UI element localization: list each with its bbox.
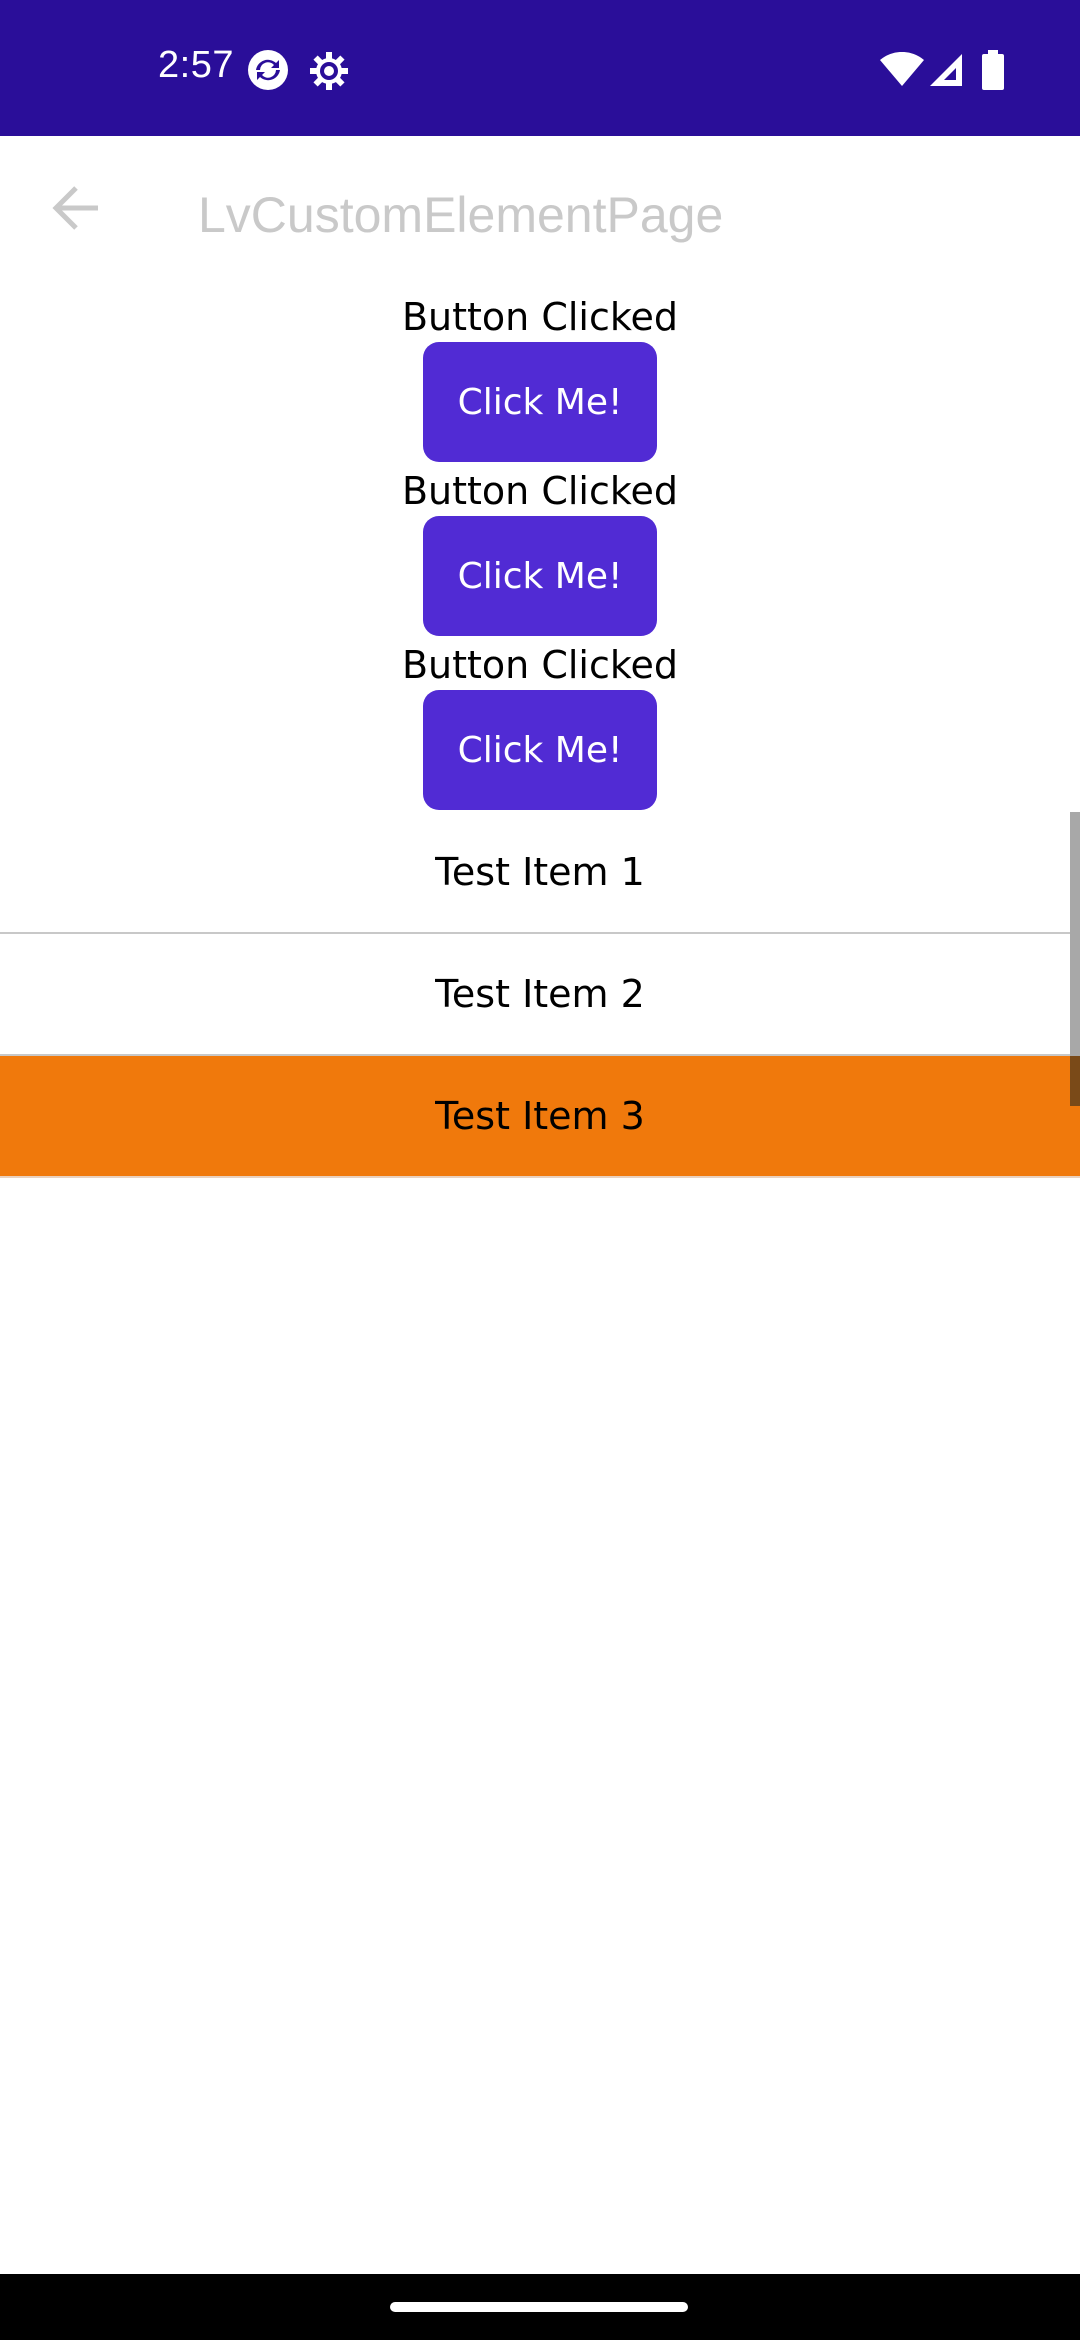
custom-element: Button Clicked Click Me! [0,292,1080,462]
settings-gear-icon [308,50,350,96]
app-bar: LvCustomElementPage [0,136,1080,292]
list-item[interactable]: Test Item 2 [0,934,1080,1056]
list-item[interactable]: Test Item 1 [0,812,1080,934]
click-me-button[interactable]: Click Me! [423,516,657,636]
navigation-bar [0,2274,1080,2340]
sync-icon [246,48,290,96]
battery-icon [982,50,1004,94]
button-clicked-label: Button Clicked [401,469,679,513]
page-title: LvCustomElementPage [198,187,724,243]
wifi-icon [880,51,924,92]
status-bar: 2:57 [0,0,1080,136]
home-gesture-handle[interactable] [390,2302,688,2312]
button-clicked-label: Button Clicked [401,295,679,339]
click-me-button[interactable]: Click Me! [423,690,657,810]
custom-element: Button Clicked Click Me! [0,640,1080,810]
test-item-list: Test Item 1 Test Item 2 Test Item 3 [0,812,1080,1178]
app-screen: 2:57 LvCustomElementPage Button Clicked … [0,0,1080,2340]
click-me-button[interactable]: Click Me! [423,342,657,462]
status-time: 2:57 [158,44,234,86]
back-button[interactable] [36,170,116,250]
button-clicked-label: Button Clicked [401,643,679,687]
list-item-selected[interactable]: Test Item 3 [0,1056,1080,1178]
cellular-signal-icon [928,52,964,92]
custom-element-list: Button Clicked Click Me! Button Clicked … [0,292,1080,810]
scrollbar-thumb[interactable] [1070,1056,1080,1106]
custom-element: Button Clicked Click Me! [0,466,1080,636]
arrow-back-icon [52,186,100,234]
